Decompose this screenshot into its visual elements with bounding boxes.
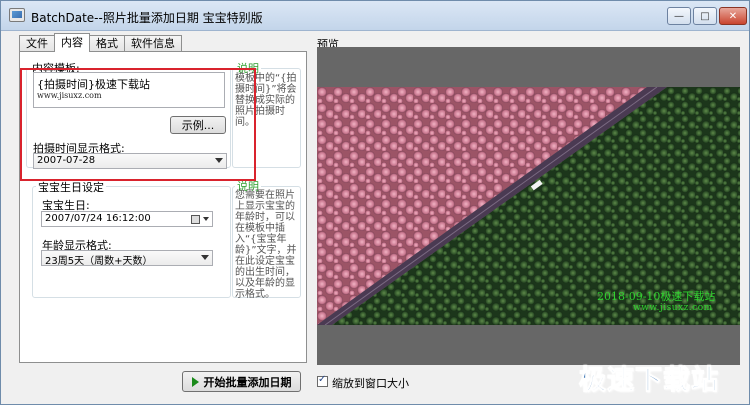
play-icon [191, 376, 199, 387]
age-format-select[interactable]: 23周5天（周数+天数） [41, 250, 213, 267]
content-template-input[interactable]: {拍摄时间}极速下载站 www.jisuxz.com [33, 72, 225, 108]
tab-software-info[interactable]: 软件信息 [124, 35, 182, 52]
template-note-text: 模板中的“{拍摄时间}”将会替换成实际的照片拍摄时间。 [235, 73, 297, 128]
app-icon [9, 8, 25, 22]
tab-content[interactable]: 内容 [54, 33, 90, 52]
textarea-scrollbar[interactable] [214, 73, 224, 107]
chevron-down-icon [201, 255, 209, 260]
tab-file[interactable]: 文件 [19, 35, 55, 52]
shoot-time-format-select[interactable]: 2007-07-28 [33, 153, 227, 169]
baby-birthday-group-label: 宝宝生日设定 [36, 179, 106, 195]
example-button[interactable]: 示例... [170, 116, 226, 134]
watermark-date: 2018-09-10极速下载站 [597, 290, 716, 303]
start-batch-button[interactable]: 开始批量添加日期 [182, 371, 301, 392]
shoot-time-format-value: 2007-07-28 [37, 155, 96, 166]
birthday-note-text: 您需要在照片上显示宝宝的年龄时，可以在模板中插入“{宝宝年龄}”文字，并在此设定… [235, 190, 297, 300]
tab-strip: 文件 内容 格式 软件信息 [19, 33, 182, 52]
template-line-1: {拍摄时间}极速下载站 [37, 78, 150, 91]
minimize-button[interactable]: — [667, 7, 691, 25]
watermark-url: www.jisuxz.com [633, 303, 713, 313]
birthday-value: 2007/07/24 16:12:00 [45, 213, 151, 224]
age-format-value: 23周5天（周数+天数） [45, 256, 153, 267]
chevron-down-icon [215, 158, 223, 163]
start-batch-label: 开始批量添加日期 [203, 375, 292, 389]
tab-format[interactable]: 格式 [89, 35, 125, 52]
maximize-button[interactable]: □ [693, 7, 717, 25]
birthday-datetime-picker[interactable]: 2007/07/24 16:12:00 [41, 211, 213, 227]
chevron-down-icon[interactable] [203, 217, 209, 221]
template-line-2: www.jisuxz.com [37, 91, 102, 100]
close-button[interactable]: ✕ [719, 7, 747, 25]
window-title: BatchDate--照片批量添加日期 宝宝特别版 [31, 11, 263, 25]
content-tab-panel: 内容模板: {拍摄时间}极速下载站 www.jisuxz.com 示例... 拍… [19, 51, 307, 363]
app-window: BatchDate--照片批量添加日期 宝宝特别版 — □ ✕ 文件 内容 格式… [0, 0, 750, 405]
site-logo: 极速下载站 [579, 365, 719, 397]
fit-window-label: 缩放到窗口大小 [332, 377, 409, 390]
fit-window-checkbox[interactable] [317, 374, 328, 387]
title-bar[interactable]: BatchDate--照片批量添加日期 宝宝特别版 — □ ✕ [1, 1, 749, 31]
calendar-icon[interactable] [191, 215, 200, 224]
